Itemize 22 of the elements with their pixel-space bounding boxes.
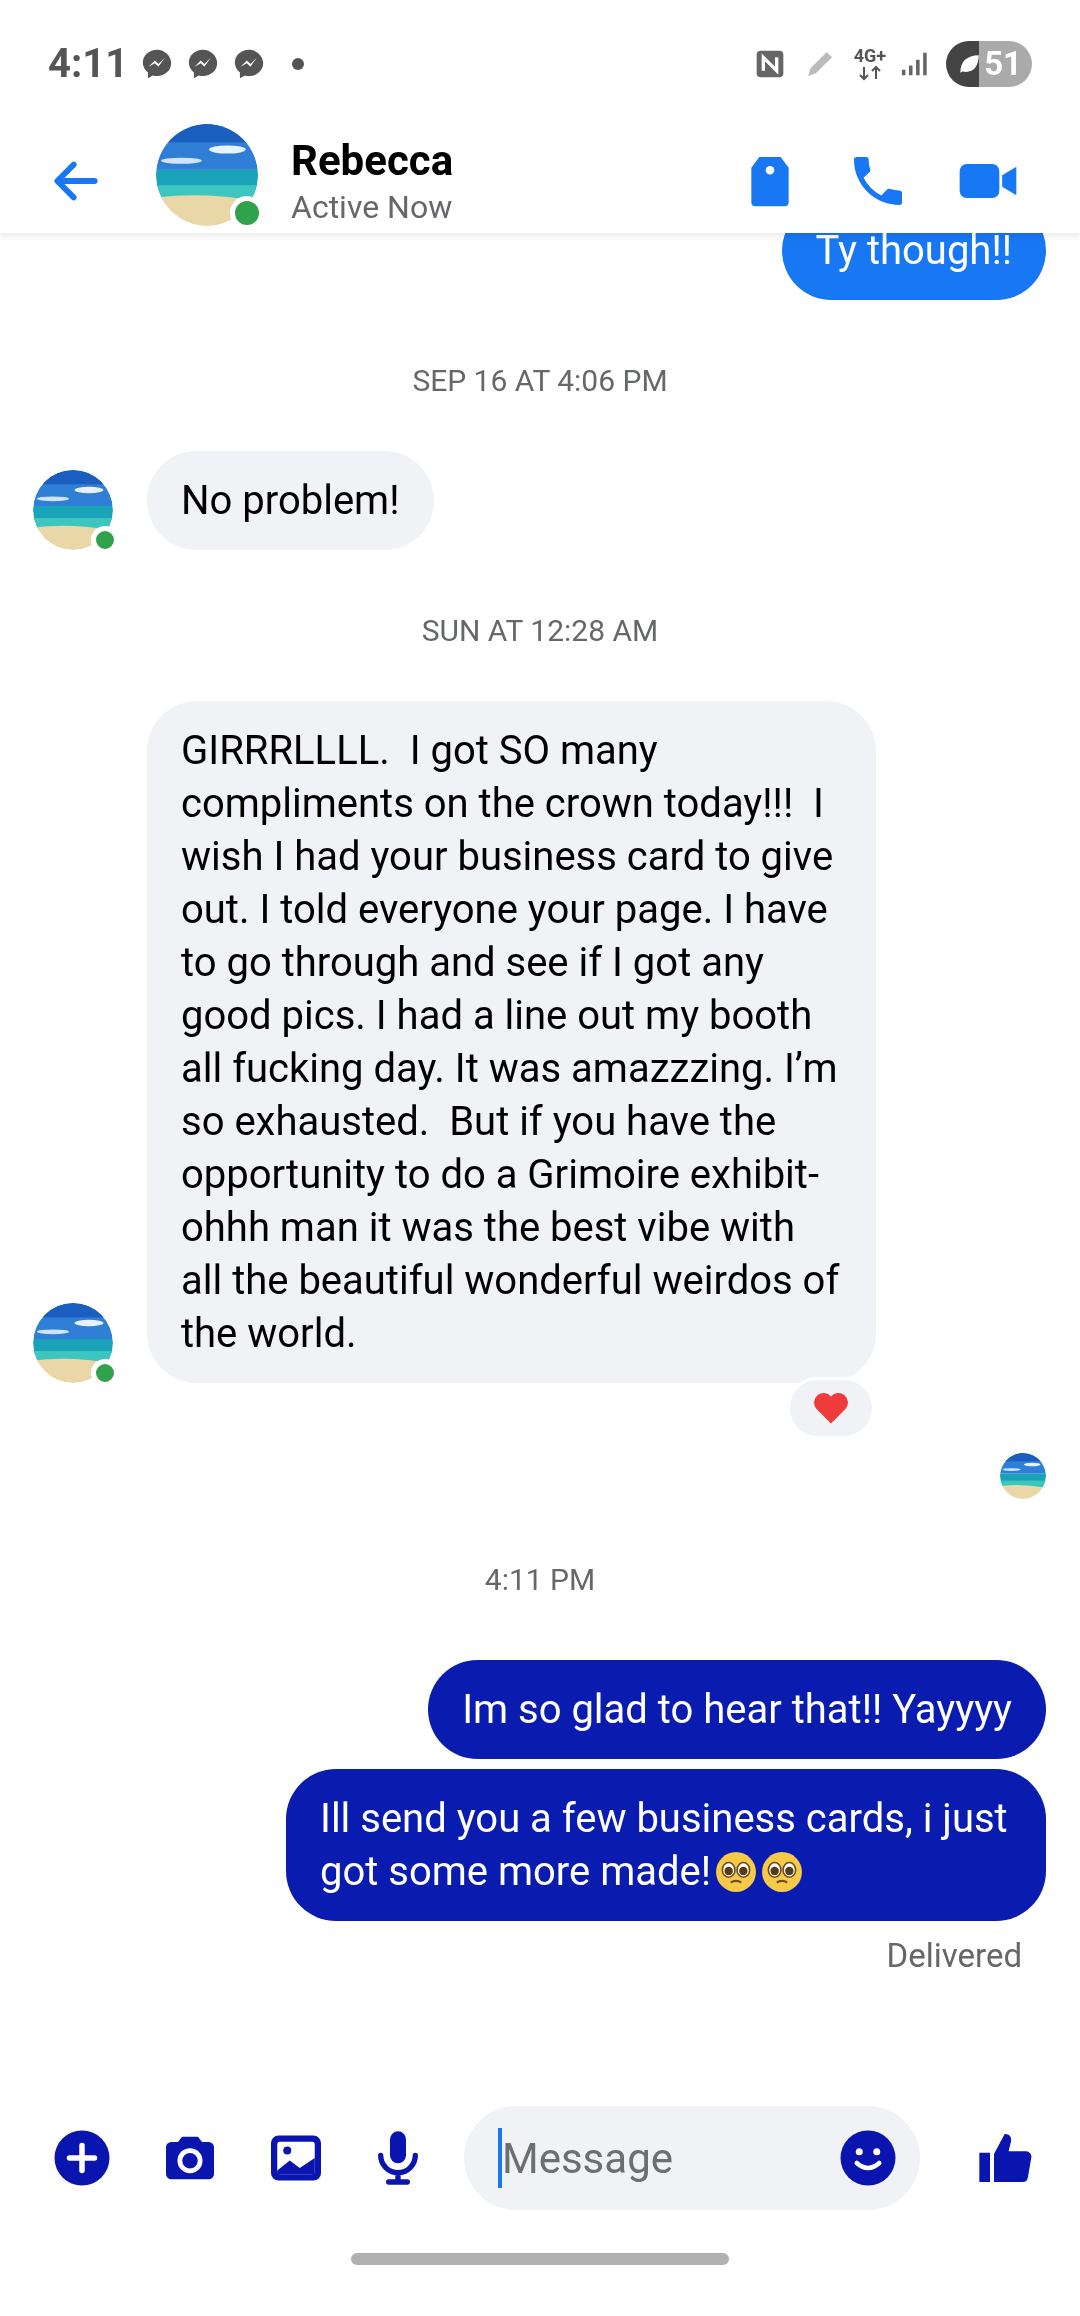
- delivery-status: Delivered: [886, 1935, 1022, 1977]
- text-cursor: [498, 2128, 502, 2188]
- message-field[interactable]: Message: [464, 2106, 920, 2210]
- add-icon[interactable]: [52, 2128, 112, 2188]
- heart-icon: [812, 1391, 850, 1425]
- contact-name: Rebecca: [291, 134, 454, 187]
- sent-message: Im so glad to hear that!! Yayyyy: [428, 1660, 1046, 1759]
- active-status: Active Now: [291, 186, 454, 227]
- timestamp: SEP 16 AT 4:06 PM: [412, 362, 668, 400]
- read-receipt-avatar: [1000, 1453, 1046, 1499]
- timestamp: 4:11 PM: [484, 1561, 596, 1599]
- received-message: GIRRRLLLL. I got SO many compliments on the crown today!!! I wish I had your business card to give out. I told everyone your page. I have to go through and see if I got any good pics. I had a line out my booth all fucking day. It was amazzzing. I’m so exhausted. But if you have the opportunity to do a Grimoire exhibit- ohhh man it was the best vibe with all the beautiful wonderful weirdos of the world.: [147, 701, 876, 1383]
- sent-message: Ty though!!: [781, 233, 1046, 300]
- smiley-icon[interactable]: [838, 2128, 898, 2188]
- data-arrows-icon: [856, 65, 883, 81]
- received-message: No problem!: [147, 451, 434, 550]
- sent-message: Ill send you a few business cards, i just got some more made!: [286, 1769, 1046, 1921]
- timestamp: SUN AT 12:28 AM: [421, 612, 659, 650]
- clock: 4:11: [48, 39, 129, 89]
- message-input[interactable]: Message: [502, 2126, 838, 2190]
- network-type: 4G+: [853, 47, 887, 65]
- battery-level: 51: [984, 43, 1022, 86]
